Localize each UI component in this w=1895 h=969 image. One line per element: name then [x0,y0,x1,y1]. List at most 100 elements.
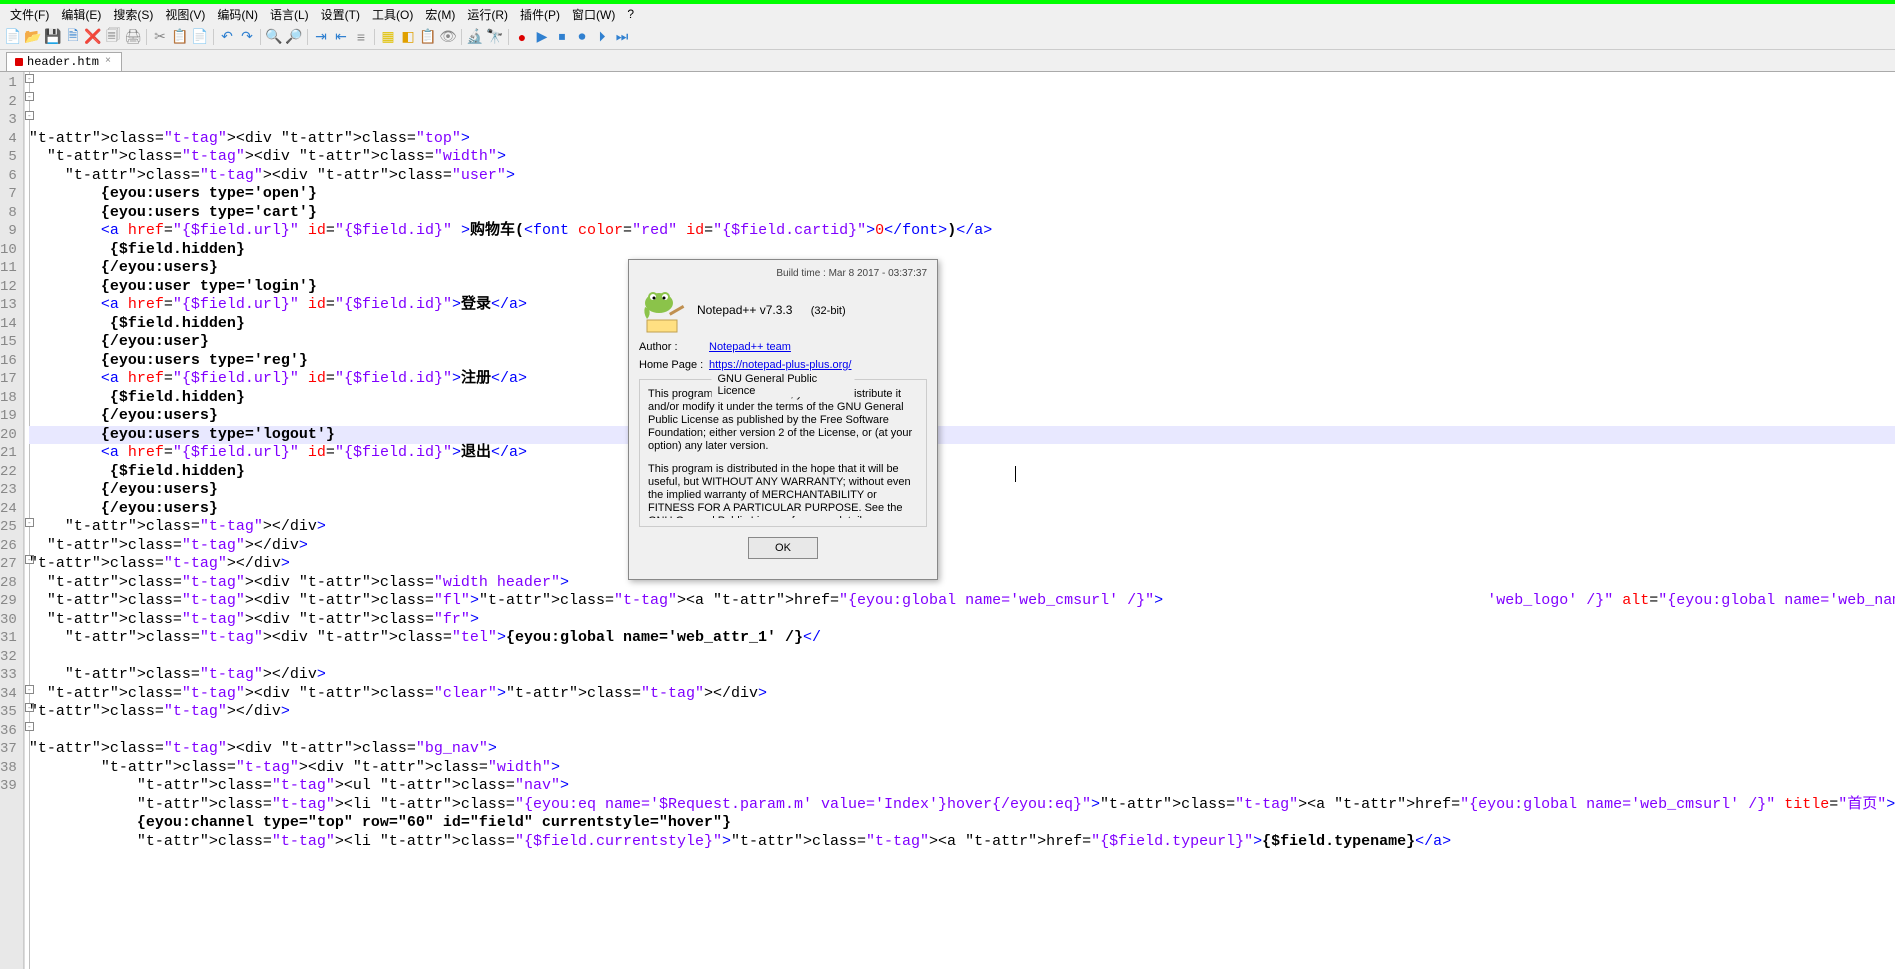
toolbar-button[interactable]: 🔎 [285,28,303,46]
code-line: "t-attr">class="t-tag"><div "t-attr">cla… [29,685,1895,704]
code-line: <a href="{$field.url}" id="{$field.id}">… [29,370,1895,389]
toolbar-icon: 🔍 [265,28,282,45]
toolbar-button[interactable]: 🔍 [265,28,283,46]
product-name: Notepad++ v7.3.3 [697,303,792,317]
toolbar-button[interactable]: ▶ [533,28,551,46]
code-line: {eyou:channel type="top" row="60" id="fi… [29,814,1895,833]
author-link[interactable]: Notepad++ team [709,341,791,353]
toolbar-button[interactable]: ✂ [151,28,169,46]
line-number: 23 [0,481,17,500]
toolbar-button[interactable]: 🗐 [104,28,122,46]
toolbar-button[interactable]: 💾 [44,28,62,46]
toolbar-button[interactable]: ⇤ [332,28,350,46]
toolbar-icon: ≡ [357,29,365,45]
line-number: 19 [0,407,17,426]
line-number: 38 [0,759,17,778]
build-time-label: Build time : Mar 8 2017 - 03:37:37 [639,268,927,279]
toolbar-button[interactable]: 🔬 [466,28,484,46]
toolbar-button[interactable]: 🗎 [64,28,82,46]
toolbar-button[interactable]: ≡ [352,28,370,46]
menu-item[interactable]: 搜索(S) [107,4,159,25]
code-line: {$field.hidden} [29,241,1895,260]
line-number: 5 [0,148,17,167]
line-number: 39 [0,777,17,796]
toolbar-button[interactable]: 📋 [171,28,189,46]
code-line: "t-attr">class="t-tag"><div "t-attr">cla… [29,611,1895,630]
homepage-link[interactable]: https://notepad-plus-plus.org/ [709,359,851,371]
code-line: "t-attr">class="t-tag"><div "t-attr">cla… [29,629,1895,648]
line-number: 8 [0,204,17,223]
menu-item[interactable]: 设置(T) [315,4,366,25]
toolbar-separator [146,29,147,45]
menu-item[interactable]: ? [621,5,640,23]
code-area[interactable]: "t-attr">class="t-tag"><div "t-attr">cla… [25,72,1895,969]
toolbar-separator [461,29,462,45]
line-number: 10 [0,241,17,260]
license-text[interactable]: This program is free software; you can r… [648,388,918,518]
toolbar-button[interactable]: 📋 [419,28,437,46]
line-number: 22 [0,463,17,482]
toolbar-icon: ↷ [241,28,253,45]
line-number: 27 [0,555,17,574]
toolbar-button[interactable]: 📂 [24,28,42,46]
code-line: {/eyou:user} [29,333,1895,352]
toolbar-icon: 🖨 [124,28,142,45]
menu-item[interactable]: 运行(R) [461,4,514,25]
menu-item[interactable]: 插件(P) [514,4,566,25]
menu-item[interactable]: 工具(O) [366,4,419,25]
code-line [29,722,1895,741]
menu-item[interactable]: 视图(V) [159,4,211,25]
line-number: 31 [0,629,17,648]
toolbar-button[interactable]: ⇥ [312,28,330,46]
toolbar-separator [374,29,375,45]
toolbar-button[interactable]: ↶ [218,28,236,46]
toolbar-icon: ▶ [537,28,548,45]
menu-item[interactable]: 窗口(W) [566,4,621,25]
toolbar-button[interactable]: 📄 [191,28,209,46]
menu-item[interactable]: 文件(F) [4,4,55,25]
code-line: {eyou:users type='logout'} [29,426,1895,445]
editor: 1234567891011121314151617181920212223242… [0,72,1895,969]
menu-item[interactable]: 编码(N) [211,4,264,25]
toolbar-icon: ● [518,29,526,45]
toolbar-button[interactable]: 🔭 [486,28,504,46]
toolbar-button[interactable]: ❌ [84,28,102,46]
close-icon[interactable]: × [103,57,113,67]
line-number: 28 [0,574,17,593]
toolbar-button[interactable]: ↷ [238,28,256,46]
toolbar-icon: ⏹ [559,28,566,45]
line-number: 17 [0,370,17,389]
toolbar-button[interactable]: ▦ [379,28,397,46]
menu-item[interactable]: 编辑(E) [55,4,107,25]
toolbar-button[interactable]: 📄 [4,28,22,46]
file-tab[interactable]: header.htm × [6,52,122,71]
code-line: {/eyou:users} [29,481,1895,500]
line-number: 13 [0,296,17,315]
toolbar-icon: 📄 [191,28,208,45]
bits-label: (32-bit) [811,305,846,317]
code-line: "t-attr">class="t-tag"><div "t-attr">cla… [29,130,1895,149]
ok-button[interactable]: OK [748,537,818,559]
toolbar-icon: 📂 [24,28,41,45]
toolbar-button[interactable]: ⏹ [553,28,571,46]
toolbar-icon: 🗎 [67,25,78,49]
toolbar-button[interactable]: ◧ [399,28,417,46]
line-number: 7 [0,185,17,204]
toolbar-icon: 📄 [4,28,21,45]
code-line: {eyou:users type='reg'} [29,352,1895,371]
menu-item[interactable]: 语言(L) [264,4,315,25]
toolbar-separator [213,29,214,45]
toolbar-button[interactable]: ⏭ [613,28,631,46]
code-line: <a href="{$field.url}" id="{$field.id}" … [29,222,1895,241]
toolbar-icon: ✂ [154,28,166,45]
code-line: "t-attr">class="t-tag"><div "t-attr">cla… [29,740,1895,759]
toolbar-button[interactable]: 🖨 [124,28,142,46]
code-line: "t-attr">class="t-tag"></div> [29,703,1895,722]
toolbar-button[interactable]: ● [513,28,531,46]
toolbar-button[interactable]: ⏵ [593,28,611,46]
toolbar-button[interactable]: 👁 [439,28,457,46]
menu-item[interactable]: 宏(M) [419,4,461,25]
toolbar-button[interactable]: ⏺ [573,28,591,46]
line-number: 15 [0,333,17,352]
code-line: "t-attr">class="t-tag"><li "t-attr">clas… [29,796,1895,815]
